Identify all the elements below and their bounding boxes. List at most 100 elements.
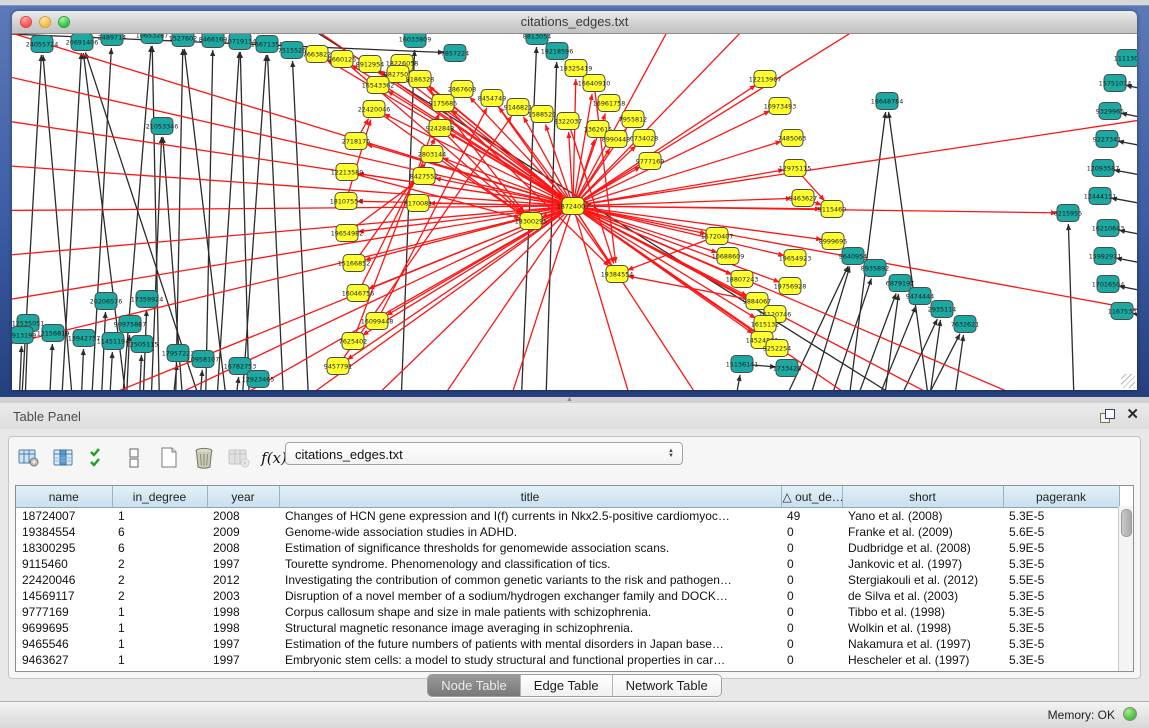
graph-node[interactable]: 8215955 [1054, 205, 1082, 222]
graph-node[interactable]: 1733426 [773, 360, 801, 377]
graph-node[interactable]: 7485063 [778, 130, 806, 147]
close-panel-icon[interactable]: ✕ [1126, 407, 1139, 423]
graph-node[interactable]: 12213967 [749, 71, 782, 88]
graph-node[interactable]: 24055724 [26, 36, 59, 53]
graph-node[interactable]: 8186328 [406, 71, 434, 88]
graph-node[interactable]: 9115460 [818, 201, 846, 218]
graph-node[interactable]: 20206576 [90, 293, 123, 310]
column-header-short[interactable]: short [842, 486, 1003, 508]
graph-node[interactable]: 18325419 [560, 60, 593, 77]
table-row[interactable]: 1872400712008Changes of HCN gene express… [16, 508, 1119, 525]
graph-node[interactable]: 9457791 [324, 358, 352, 375]
column-header-out-degree[interactable]: △ out_de… [781, 486, 842, 508]
function-builder-icon[interactable]: f(x) [262, 446, 286, 470]
table-row[interactable]: 969969511998Structural magnetic resonanc… [16, 620, 1119, 636]
graph-node[interactable]: 1167533 [1108, 303, 1136, 320]
graph-node[interactable]: 12213589 [331, 164, 364, 181]
graph-node[interactable]: 16033809 [399, 34, 432, 48]
graph-node[interactable]: 1615132 [751, 316, 779, 333]
graph-node[interactable]: 2489714 [98, 34, 126, 46]
scrollbar-thumb[interactable] [1121, 509, 1132, 537]
graph-node[interactable]: 2935114 [928, 301, 956, 318]
graph-node[interactable]: 16640910 [578, 75, 611, 92]
graph-node[interactable]: 8912954 [356, 56, 384, 73]
graph-node[interactable]: 9175685 [429, 95, 457, 112]
graph-node[interactable]: 8427552 [410, 168, 438, 185]
graph-node[interactable]: 10653287 [136, 34, 169, 44]
row-height-icon[interactable] [122, 446, 146, 470]
graph-node[interactable]: 8935892 [861, 260, 889, 277]
column-header-name[interactable]: name [16, 486, 112, 508]
graph-node[interactable]: 8170081 [404, 195, 432, 212]
graph-node[interactable]: 15751074 [1099, 75, 1132, 92]
table-row[interactable]: 911546021997Tourette syndrome. Phenomeno… [16, 556, 1119, 572]
graph-node[interactable]: 12444131 [1084, 188, 1117, 205]
table-row[interactable]: 1938455462009Genome-wide association stu… [16, 524, 1119, 540]
graph-node[interactable]: 2803144 [418, 146, 446, 163]
graph-node[interactable]: 21053346 [146, 118, 179, 135]
column-header-in-degree[interactable]: in_degree [112, 486, 207, 508]
window-titlebar[interactable]: citations_edges.txt [12, 11, 1137, 34]
delete-table-icon[interactable] [192, 446, 216, 470]
graph-node[interactable]: 9227341 [1093, 131, 1121, 148]
node-table[interactable]: name in_degree year title △ out_de… shor… [15, 485, 1134, 672]
graph-node[interactable]: 10688609 [712, 248, 745, 265]
graph-node[interactable]: 16210643 [1092, 220, 1125, 237]
graph-node[interactable]: 15992971 [1089, 248, 1122, 265]
resize-grip[interactable] [1121, 374, 1135, 388]
column-header-year[interactable]: year [207, 486, 279, 508]
new-table-icon[interactable] [157, 446, 181, 470]
graph-node[interactable]: 9660125 [328, 51, 356, 68]
graph-node[interactable]: 19218596 [541, 43, 574, 60]
column-header-title[interactable]: title [279, 486, 781, 508]
graph-node[interactable]: 1111304 [1114, 50, 1137, 67]
graph-node[interactable]: 19756928 [774, 278, 807, 295]
network-canvas[interactable]: 2405572420691406248971410653287152760284… [12, 34, 1137, 390]
graph-node[interactable]: 7857224 [441, 45, 469, 62]
table-row[interactable]: 977716911998Corpus callosum shape and si… [16, 604, 1119, 620]
graph-node[interactable]: 11451194 [97, 333, 130, 350]
graph-node[interactable]: 9777169 [636, 153, 664, 170]
graph-node[interactable]: 19654923 [779, 250, 812, 267]
graph-node[interactable]: 9242848 [426, 120, 454, 137]
graph-node[interactable]: 3913199 [12, 327, 36, 344]
graph-node[interactable]: 8990448 [602, 131, 630, 148]
table-row[interactable]: 2242004622012Investigating the contribut… [16, 572, 1119, 588]
select-columns-icon[interactable] [52, 446, 76, 470]
table-selector-dropdown[interactable]: citations_edges.txt ▲▼ [285, 442, 683, 465]
graph-node[interactable]: 8454749 [478, 90, 506, 107]
float-panel-icon[interactable] [1100, 409, 1113, 422]
graph-node[interactable]: 8322037 [554, 113, 582, 130]
graph-node[interactable]: 9329965 [1096, 103, 1124, 120]
graph-node[interactable]: 7955812 [619, 111, 647, 128]
table-settings-icon[interactable] [17, 446, 41, 470]
tab-edge-table[interactable]: Edge Table [521, 675, 613, 696]
graph-node[interactable]: 12093587 [1087, 160, 1120, 177]
tab-network-table[interactable]: Network Table [613, 675, 721, 696]
tab-node-table[interactable]: Node Table [428, 675, 521, 696]
table-row[interactable]: 946554611997Estimation of the future num… [16, 636, 1119, 652]
divider-collapse-handle[interactable]: ▲ [566, 398, 575, 402]
column-checks-icon[interactable] [87, 446, 111, 470]
graph-node[interactable]: 15136141 [726, 356, 759, 373]
graph-node[interactable]: 2718176 [342, 133, 370, 150]
graph-node[interactable]: 9252254 [763, 340, 791, 357]
graph-node[interactable]: 9640954 [839, 248, 867, 265]
graph-node[interactable]: 90975887 [114, 316, 147, 333]
graph-node[interactable]: 9463627 [789, 190, 817, 207]
graph-node[interactable]: 17016504 [1092, 276, 1125, 293]
table-row[interactable]: 1456911722003Disruption of a novel membe… [16, 588, 1119, 604]
graph-node[interactable]: 8813054 [523, 34, 551, 45]
graph-node[interactable]: 6734028 [630, 130, 658, 147]
table-row[interactable]: 946362711997Embryonic stem cells: a mode… [16, 652, 1119, 668]
graph-node[interactable]: 1588520 [528, 106, 556, 123]
memory-status-indicator[interactable] [1123, 707, 1137, 721]
table-row[interactable]: 1830029562008Estimation of significance … [16, 540, 1119, 556]
graph-node[interactable]: 8999695 [819, 233, 847, 250]
graph-node[interactable]: 1527602 [169, 34, 197, 47]
column-header-pagerank[interactable]: pagerank [1003, 486, 1119, 508]
graph-node[interactable]: 16648784 [871, 93, 904, 110]
graph-node[interactable]: 19384554 [601, 266, 634, 283]
citation-network-graph[interactable]: 2405572420691406248971410653287152760284… [12, 34, 1137, 390]
graph-node[interactable]: 7625402 [339, 333, 367, 350]
